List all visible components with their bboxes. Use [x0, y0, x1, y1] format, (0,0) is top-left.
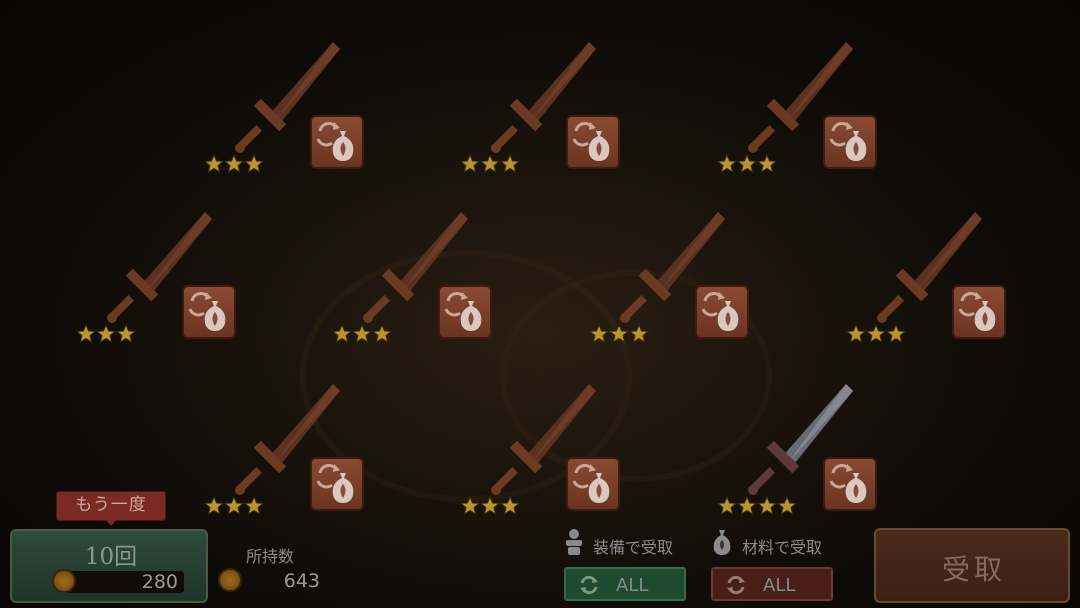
- rarity-stars: [76, 324, 136, 344]
- star-icon: [244, 154, 264, 174]
- material-bag-icon: [713, 530, 731, 555]
- rarity-stars: [846, 324, 906, 344]
- star-icon: [352, 324, 372, 344]
- star-icon: [204, 496, 224, 516]
- star-icon: [460, 154, 480, 174]
- refresh-icon: [727, 575, 745, 595]
- equip-all-label: ALL: [616, 575, 649, 596]
- convert-to-material-icon[interactable]: [310, 115, 364, 169]
- gacha-result-screen: もう一度 10回 280 所持数 643 装備で受取 材料で受取 ALL ALL…: [0, 0, 1080, 608]
- star-icon: [96, 324, 116, 344]
- result-item[interactable]: [328, 210, 518, 360]
- result-item[interactable]: [456, 40, 646, 190]
- star-icon: [737, 154, 757, 174]
- result-item[interactable]: [713, 382, 903, 532]
- star-icon: [332, 324, 352, 344]
- coin-icon: [218, 568, 242, 592]
- convert-to-material-icon[interactable]: [952, 285, 1006, 339]
- result-item[interactable]: [713, 40, 903, 190]
- equip-all-button[interactable]: ALL: [564, 567, 686, 601]
- material-receive-label: 材料で受取: [742, 538, 823, 557]
- star-icon: [372, 324, 392, 344]
- retry-button[interactable]: 10回 280: [10, 529, 208, 603]
- star-icon: [480, 496, 500, 516]
- star-icon: [717, 154, 737, 174]
- star-icon: [589, 324, 609, 344]
- equip-receive-label: 装備で受取: [593, 538, 674, 557]
- material-all-button[interactable]: ALL: [711, 567, 833, 601]
- result-item[interactable]: [72, 210, 262, 360]
- retry-tag: もう一度: [56, 491, 166, 526]
- star-icon: [204, 154, 224, 174]
- owned-amount: 643: [230, 570, 326, 592]
- star-icon: [717, 496, 737, 516]
- rarity-stars: [717, 154, 777, 174]
- rarity-stars: [204, 496, 264, 516]
- convert-to-material-icon[interactable]: [823, 457, 877, 511]
- star-icon: [244, 496, 264, 516]
- result-item[interactable]: [585, 210, 775, 360]
- owned-label: 所持数: [246, 547, 295, 566]
- star-icon: [224, 496, 244, 516]
- star-icon: [629, 324, 649, 344]
- star-icon: [480, 154, 500, 174]
- receive-button[interactable]: 受取: [874, 528, 1070, 603]
- equipment-icon: [566, 529, 582, 555]
- rarity-stars: [204, 154, 264, 174]
- rarity-stars: [717, 496, 797, 516]
- convert-to-material-icon[interactable]: [438, 285, 492, 339]
- star-icon: [886, 324, 906, 344]
- star-icon: [757, 496, 777, 516]
- convert-to-material-icon[interactable]: [695, 285, 749, 339]
- star-icon: [737, 496, 757, 516]
- convert-to-material-icon[interactable]: [310, 457, 364, 511]
- star-icon: [757, 154, 777, 174]
- result-item[interactable]: [200, 382, 390, 532]
- rarity-stars: [460, 496, 520, 516]
- convert-to-material-icon[interactable]: [823, 115, 877, 169]
- rarity-stars: [589, 324, 649, 344]
- star-icon: [846, 324, 866, 344]
- star-icon: [116, 324, 136, 344]
- star-icon: [460, 496, 480, 516]
- star-icon: [609, 324, 629, 344]
- star-icon: [76, 324, 96, 344]
- retry-count-label: 10回: [84, 544, 138, 570]
- rarity-stars: [332, 324, 392, 344]
- convert-to-material-icon[interactable]: [182, 285, 236, 339]
- rarity-stars: [460, 154, 520, 174]
- result-item[interactable]: [456, 382, 646, 532]
- star-icon: [500, 154, 520, 174]
- convert-to-material-icon[interactable]: [566, 115, 620, 169]
- star-icon: [224, 154, 244, 174]
- star-icon: [500, 496, 520, 516]
- material-all-label: ALL: [763, 575, 796, 596]
- star-icon: [866, 324, 886, 344]
- refresh-icon: [580, 575, 598, 595]
- receive-button-label: 受取: [941, 553, 1006, 586]
- coin-icon: [52, 569, 76, 593]
- result-item[interactable]: [200, 40, 390, 190]
- retry-cost: 280: [66, 571, 184, 593]
- result-item[interactable]: [842, 210, 1032, 360]
- convert-to-material-icon[interactable]: [566, 457, 620, 511]
- star-icon: [777, 496, 797, 516]
